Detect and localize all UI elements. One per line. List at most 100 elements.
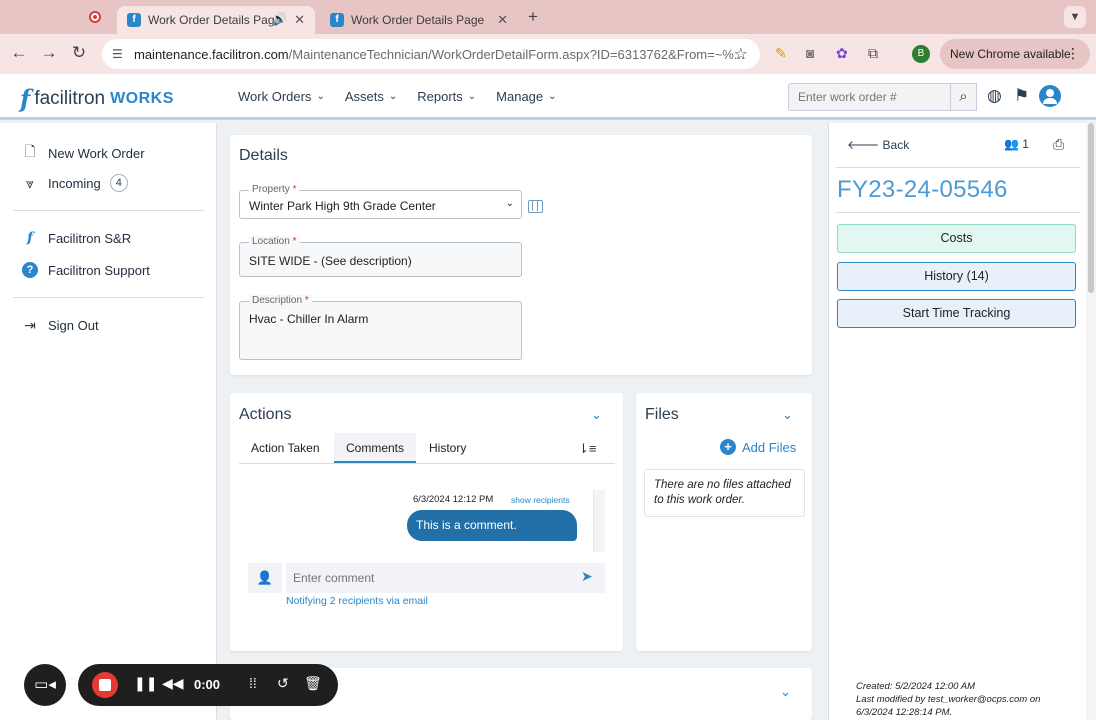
- chevrons-down-icon: ⩔: [26, 174, 34, 191]
- property-select[interactable]: Property * Winter Park High 9th Grade Ce…: [239, 184, 522, 219]
- facilitron-works-logo[interactable]: f facilitron WORKS: [20, 84, 174, 113]
- app-header: f facilitron WORKS Work Orders ⌄ Assets ⌄ …: [0, 74, 1096, 120]
- assignees-count[interactable]: 👥 1: [1004, 137, 1029, 151]
- description-value: Hvac - Chiller In Alarm: [249, 312, 369, 326]
- users-icon: 👥: [1004, 137, 1019, 151]
- profile-avatar[interactable]: B: [912, 45, 930, 63]
- costs-button[interactable]: Costs: [837, 224, 1076, 253]
- actions-title: Actions: [239, 406, 292, 423]
- start-time-tracking-button[interactable]: Start Time Tracking: [837, 299, 1076, 328]
- tab-search-chevron-icon[interactable]: ▼: [1064, 6, 1086, 28]
- bookmark-star-icon[interactable]: ☆: [734, 44, 748, 64]
- flag-icon[interactable]: ⚑: [1014, 86, 1029, 106]
- facilitron-logo-icon: f: [26, 230, 34, 246]
- history-button[interactable]: History (14): [837, 262, 1076, 291]
- sidebar-item-label: Facilitron Support: [48, 262, 150, 278]
- page-scrollbar[interactable]: [1086, 123, 1096, 720]
- site-info-icon[interactable]: ☰: [112, 47, 123, 61]
- browser-tab-inactive[interactable]: f Work Order Details Page ✕: [320, 6, 518, 34]
- incoming-count-badge: 4: [109, 174, 128, 192]
- back-link[interactable]: 🡐 Back: [847, 137, 909, 152]
- stop-recording-button[interactable]: [92, 672, 118, 698]
- add-files-button[interactable]: + Add Files: [720, 439, 796, 455]
- field-label: Property *: [249, 184, 300, 195]
- close-tab-icon[interactable]: ✕: [294, 12, 305, 28]
- nav-assets[interactable]: Assets ⌄: [345, 89, 397, 104]
- back-arrow-icon[interactable]: ←: [8, 43, 30, 63]
- file-plus-icon: 🗋: [24, 143, 36, 159]
- browser-tab-strip: f Work Order Details Page 🔊 ✕ f Work Ord…: [0, 0, 1096, 34]
- add-recipient-icon[interactable]: 👤: [248, 563, 282, 593]
- sidebar-item-facilitron-support[interactable]: ? Facilitron Support: [22, 262, 150, 278]
- sidebar: 🗋 New Work Order ⩔ Incoming 4 f Facilitr…: [0, 123, 217, 720]
- search-icon[interactable]: ⌕: [951, 83, 977, 111]
- sidebar-item-incoming[interactable]: ⩔ Incoming 4: [22, 174, 128, 192]
- close-tab-icon[interactable]: ✕: [497, 12, 508, 28]
- comment-input[interactable]: [286, 563, 605, 593]
- forward-arrow-icon[interactable]: →: [38, 43, 60, 63]
- modified-date-text: 6/3/2024 12:28:14 PM.: [856, 707, 953, 718]
- description-field[interactable]: Description * Hvac - Chiller In Alarm: [239, 295, 522, 360]
- grid-dots-icon[interactable]: ⁞⁞: [249, 675, 257, 691]
- logo-text: facilitron: [34, 87, 106, 109]
- nav-work-orders[interactable]: Work Orders ⌄: [238, 89, 325, 104]
- speaker-icon[interactable]: 🔊: [272, 12, 287, 26]
- scrollbar-thumb[interactable]: [1088, 123, 1094, 293]
- update-label: New Chrome available: [950, 47, 1071, 61]
- nav-label: Work Orders: [238, 89, 312, 104]
- plus-circle-icon: +: [720, 439, 736, 455]
- nav-label: Manage: [496, 89, 544, 104]
- work-order-number: FY23-24-05546: [837, 176, 1008, 203]
- sign-out-icon: ⇥: [24, 317, 36, 333]
- browser-tab-active[interactable]: f Work Order Details Page 🔊 ✕: [117, 6, 315, 34]
- new-tab-icon[interactable]: +: [528, 7, 538, 27]
- trash-icon[interactable]: 🗑: [304, 675, 322, 692]
- globe-icon[interactable]: ◍: [987, 86, 1002, 106]
- send-icon[interactable]: ➤: [581, 568, 593, 585]
- extension-camera-icon[interactable]: ◙: [806, 45, 814, 61]
- sidebar-item-sign-out[interactable]: ⇥ Sign Out: [22, 317, 99, 334]
- facilitron-logo-icon: f: [20, 84, 31, 113]
- nav-label: Reports: [417, 89, 463, 104]
- comment-timestamp: 6/3/2024 12:12 PM: [413, 494, 494, 505]
- nav-manage[interactable]: Manage ⌄: [496, 89, 556, 104]
- comment-bubble: This is a comment.: [407, 510, 577, 541]
- chrome-update-button[interactable]: New Chrome available ⋮: [940, 39, 1090, 69]
- nav-label: Assets: [344, 89, 384, 104]
- reload-icon[interactable]: ↻: [68, 43, 90, 63]
- extensions-puzzle-icon[interactable]: ⧉: [868, 45, 878, 62]
- print-icon[interactable]: ⎙: [1053, 136, 1064, 153]
- description-label: Description: [252, 295, 303, 306]
- work-order-search-input[interactable]: [788, 83, 951, 111]
- audit-info: Created: 5/2/2024 12:00 AM Last modified…: [856, 680, 1040, 719]
- location-field[interactable]: Location * SITE WIDE - (See description): [239, 236, 522, 277]
- address-bar[interactable]: ☰ maintenance.facilitron.com/Maintenance…: [102, 39, 760, 69]
- tab-history[interactable]: History: [417, 433, 478, 463]
- recording-indicator-icon: [89, 11, 101, 23]
- extension-flower-icon[interactable]: ✿: [836, 45, 848, 62]
- sidebar-item-new-work-order[interactable]: 🗋 New Work Order: [22, 141, 144, 165]
- url-host: maintenance.facilitron.com: [134, 46, 289, 62]
- restart-icon[interactable]: ↺: [277, 675, 289, 692]
- show-recipients-link[interactable]: show recipients: [511, 495, 570, 505]
- sidebar-item-label: Sign Out: [48, 318, 99, 333]
- back-label: Back: [882, 138, 910, 152]
- chevron-down-icon: ⌄: [467, 91, 477, 102]
- user-account-icon[interactable]: [1039, 85, 1061, 107]
- sidebar-item-facilitron-sr[interactable]: f Facilitron S&R: [22, 230, 131, 246]
- pause-icon[interactable]: ❚❚: [134, 675, 157, 692]
- nav-reports[interactable]: Reports ⌄: [417, 89, 476, 104]
- sort-icon[interactable]: ⇂≡: [578, 441, 596, 457]
- extension-pencil-icon[interactable]: ✎: [775, 45, 787, 62]
- chevron-down-icon[interactable]: ⌄: [591, 407, 602, 423]
- work-order-panel: 🡐 Back 👥 1 ⎙ FY23-24-05546 Costs History…: [828, 123, 1086, 720]
- rewind-icon[interactable]: ◀◀: [162, 675, 184, 692]
- camera-icon[interactable]: ▭◂: [24, 664, 66, 706]
- tab-comments[interactable]: Comments: [334, 433, 417, 463]
- comments-scrollbar[interactable]: [593, 490, 605, 552]
- kebab-menu-icon[interactable]: ⋮: [1066, 45, 1080, 62]
- chevron-down-icon[interactable]: ⌄: [782, 407, 793, 423]
- tab-action-taken[interactable]: Action Taken: [239, 433, 332, 463]
- chevron-down-icon[interactable]: ⌄: [780, 684, 791, 700]
- map-icon[interactable]: [528, 200, 543, 213]
